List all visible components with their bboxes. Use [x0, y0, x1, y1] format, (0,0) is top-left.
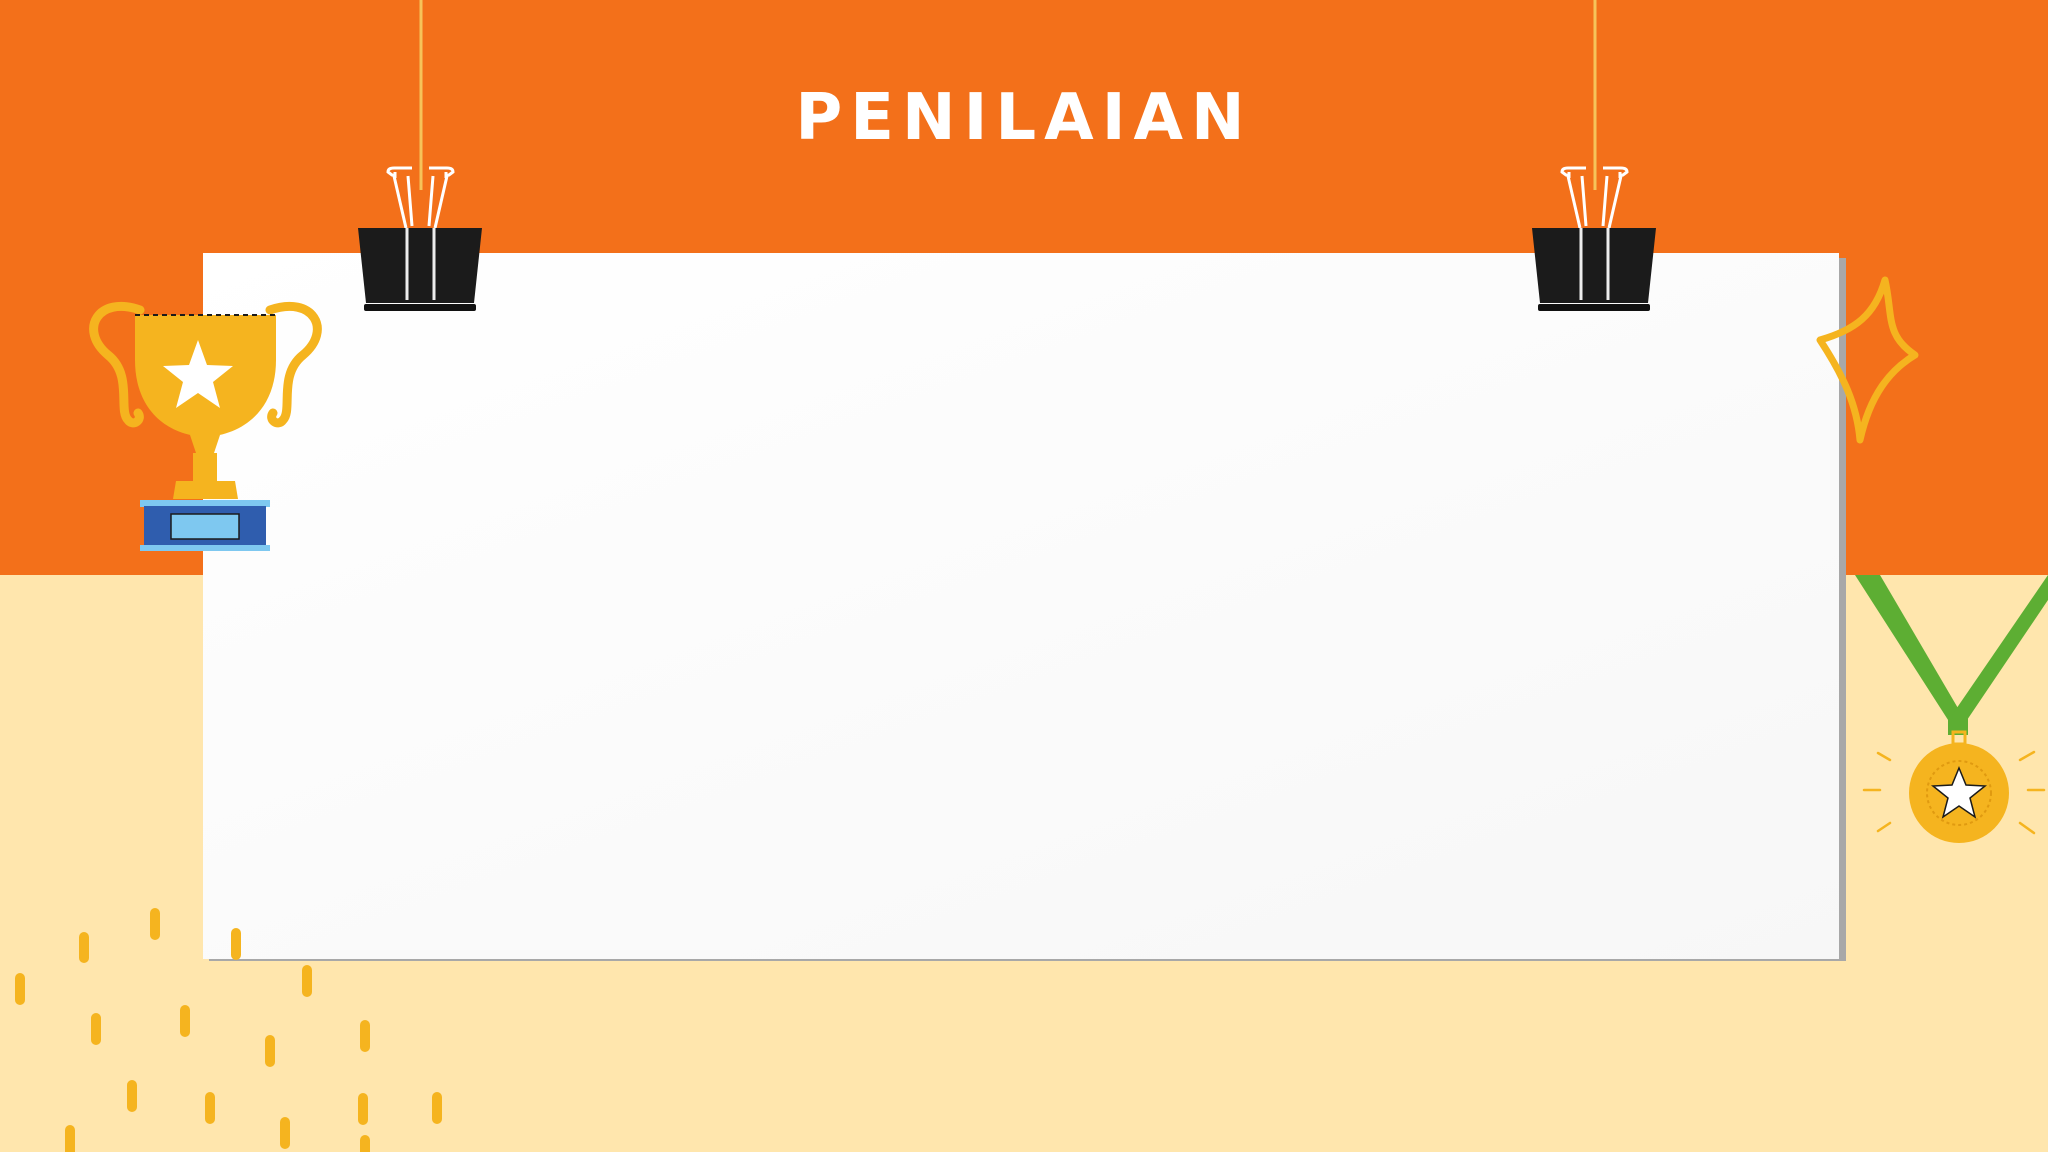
binder-clip-icon	[358, 0, 482, 311]
medal-icon	[1855, 575, 2048, 843]
content-board	[203, 253, 1839, 959]
dash-pattern	[15, 908, 442, 1152]
trophy-icon	[89, 301, 322, 551]
slide-title: PENILAIAN	[795, 81, 1253, 155]
sparkle-icon	[1816, 276, 1919, 444]
binder-clip-icon	[1532, 0, 1656, 311]
